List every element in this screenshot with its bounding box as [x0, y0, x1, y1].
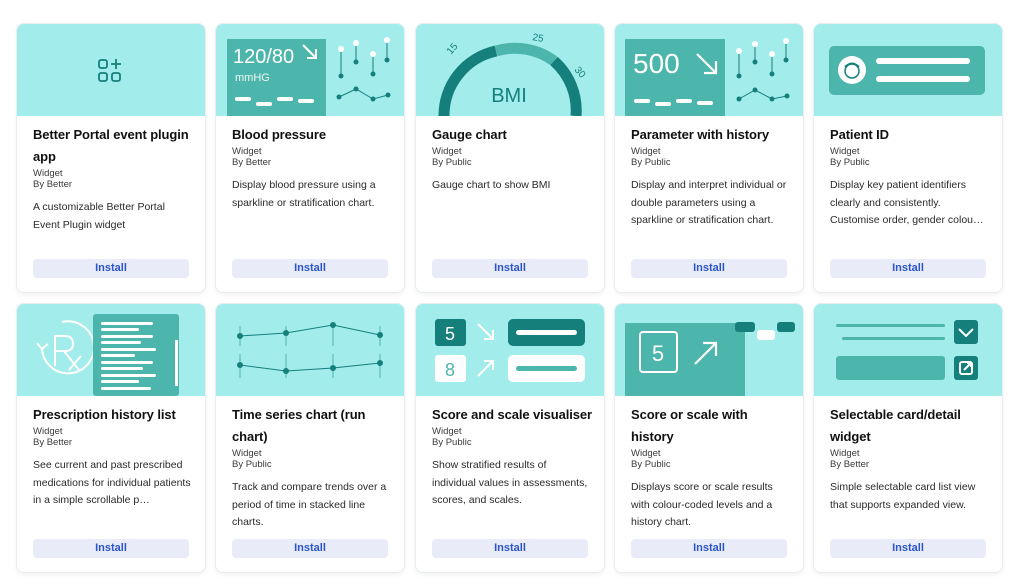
- widget-thumbnail: 120/80 mmHG: [216, 24, 404, 116]
- install-button[interactable]: Install: [232, 259, 388, 278]
- widget-card[interactable]: Better Portal event plugin app Widget By…: [17, 24, 205, 292]
- widget-author: By Public: [631, 459, 671, 470]
- install-button[interactable]: Install: [33, 539, 189, 558]
- widget-author: By Better: [830, 459, 870, 470]
- widget-description: See current and past prescribed medicati…: [33, 459, 191, 506]
- widget-title: Better Portal event plugin app: [33, 127, 189, 164]
- widget-card[interactable]: 5 8 Score and scale visualiser Widget By…: [416, 304, 604, 572]
- widget-author: By Better: [232, 157, 272, 168]
- widget-thumbnail: [814, 304, 1002, 396]
- score-value: 5: [445, 324, 455, 344]
- widget-thumbnail: [216, 304, 404, 396]
- install-button[interactable]: Install: [631, 539, 787, 558]
- widget-author: By Public: [432, 157, 472, 168]
- widget-title: Selectable card/detail widget: [830, 407, 961, 444]
- widget-card[interactable]: 500 Parameter with history Widget By Pub…: [615, 24, 803, 292]
- widget-author: By Better: [33, 179, 73, 190]
- thumb-value: 120/80: [233, 46, 294, 68]
- widget-card[interactable]: Prescription history list Widget By Bett…: [17, 304, 205, 572]
- thumb-value: 500: [633, 48, 680, 79]
- install-button[interactable]: Install: [432, 539, 588, 558]
- widget-description: Display and interpret individual or doub…: [631, 179, 787, 226]
- widget-card[interactable]: 120/80 mmHG Blood pressure Widget By Bet…: [216, 24, 404, 292]
- install-button[interactable]: Install: [631, 259, 787, 278]
- widget-description: A customizable Better Portal Event Plugi…: [33, 201, 165, 231]
- score-value: 5: [652, 341, 664, 366]
- widget-type: Widget: [232, 448, 262, 459]
- install-button[interactable]: Install: [33, 259, 189, 278]
- widget-title: Blood pressure: [232, 127, 326, 142]
- score-value: 8: [445, 360, 455, 380]
- widget-type: Widget: [830, 448, 860, 459]
- widget-description: Display blood pressure using a sparkline…: [232, 179, 376, 209]
- run-chart-icon: [237, 322, 383, 378]
- widget-title: Patient ID: [830, 127, 889, 142]
- widget-description: Track and compare trends over a period o…: [232, 481, 387, 528]
- widget-author: By Better: [33, 437, 73, 448]
- widget-thumbnail: BMI 15 25 30: [416, 24, 604, 116]
- widget-type: Widget: [232, 146, 262, 157]
- widget-title: Score or scale with history: [631, 407, 748, 444]
- widget-title: Prescription history list: [33, 407, 176, 422]
- gauge-icon: BMI 15 25 30: [438, 32, 588, 116]
- widget-card[interactable]: 5 Score or scale with history Widget By …: [615, 304, 803, 572]
- widget-thumbnail: [17, 24, 205, 116]
- widget-description: Simple selectable card list view that su…: [830, 481, 976, 511]
- apps-grid-icon: [98, 59, 121, 82]
- widget-type: Widget: [33, 168, 63, 179]
- gauge-tick: 25: [531, 32, 544, 45]
- thumb-unit: mmHG: [235, 72, 270, 84]
- widget-title: Score and scale visualiser: [432, 407, 592, 422]
- widget-thumbnail: 500: [615, 24, 803, 116]
- avatar-icon: [838, 56, 866, 84]
- install-button[interactable]: Install: [432, 259, 588, 278]
- widget-author: By Public: [232, 459, 272, 470]
- widget-thumbnail: 5 8: [416, 304, 604, 396]
- install-button[interactable]: Install: [232, 539, 388, 558]
- install-button[interactable]: Install: [830, 539, 986, 558]
- widget-card[interactable]: BMI 15 25 30 Gauge chart Widget By Publi…: [416, 24, 604, 292]
- widget-type: Widget: [830, 146, 860, 157]
- widget-card[interactable]: Patient ID Widget By Public Display key …: [814, 24, 1002, 292]
- widget-title: Time series chart (run chart): [232, 407, 366, 444]
- widget-author: By Public: [631, 157, 671, 168]
- widget-title: Gauge chart: [432, 127, 507, 142]
- widget-description: Gauge chart to show BMI: [432, 179, 551, 191]
- widget-author: By Public: [432, 437, 472, 448]
- widget-thumbnail: [814, 24, 1002, 116]
- gauge-tick: 15: [445, 41, 461, 57]
- install-button[interactable]: Install: [830, 259, 986, 278]
- widget-gallery: Better Portal event plugin app Widget By…: [0, 0, 1024, 581]
- widget-title: Parameter with history: [631, 127, 769, 142]
- widget-author: By Public: [830, 157, 870, 168]
- gauge-label: BMI: [491, 85, 527, 107]
- widget-type: Widget: [432, 426, 462, 437]
- widget-card[interactable]: Selectable card/detail widget Widget By …: [814, 304, 1002, 572]
- arrow-up-right-icon: [477, 360, 494, 377]
- widget-description: Display key patient identifiers clearly …: [830, 179, 984, 226]
- widget-type: Widget: [631, 448, 661, 459]
- widget-description: Show stratified results of individual va…: [432, 459, 588, 506]
- widget-thumbnail: 5: [615, 304, 803, 396]
- arrow-down-right-icon: [477, 323, 494, 340]
- widget-thumbnail: [17, 304, 205, 396]
- widget-type: Widget: [432, 146, 462, 157]
- widget-description: Displays score or scale results with col…: [631, 481, 773, 528]
- prescription-icon: [36, 320, 95, 375]
- widget-type: Widget: [631, 146, 661, 157]
- widget-type: Widget: [33, 426, 63, 437]
- widget-card[interactable]: Time series chart (run chart) Widget By …: [216, 304, 404, 572]
